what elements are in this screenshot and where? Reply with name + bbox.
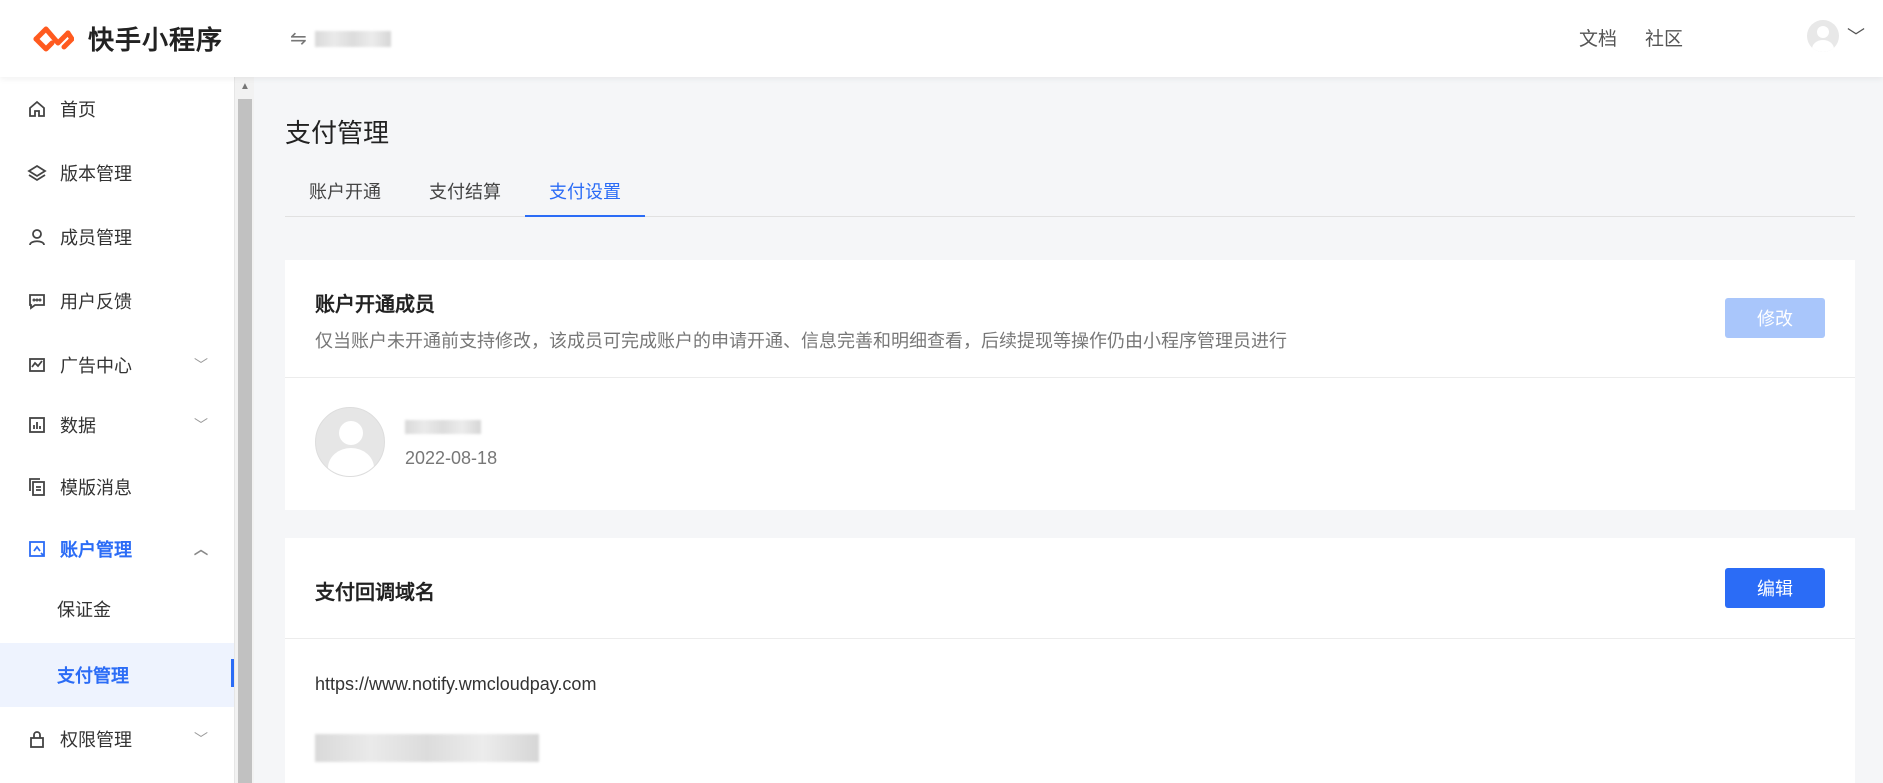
sidebar-scrollbar[interactable]: ▲ (234, 77, 254, 783)
chevron-down-icon: ﹀ (1847, 27, 1865, 47)
switch-icon: ⇋ (290, 28, 307, 50)
modify-button[interactable]: 修改 (1725, 298, 1825, 338)
avatar (1807, 20, 1839, 52)
sidebar-item-permissions[interactable]: 权限管理 ﹀ (0, 707, 234, 771)
account-member-card: 账户开通成员 仅当账户未开通前支持修改，该成员可完成账户的申请开通、信息完善和明… (285, 260, 1855, 510)
message-icon (26, 290, 48, 312)
chevron-up-icon: ︿ (194, 541, 208, 557)
sidebar-item-label: 成员管理 (60, 228, 132, 248)
sidebar-item-label: 广告中心 (60, 356, 132, 376)
scroll-thumb[interactable] (238, 99, 252, 783)
scroll-up-arrow-icon[interactable]: ▲ (235, 81, 255, 92)
page-title: 支付管理 (285, 118, 390, 148)
account-icon (26, 538, 48, 560)
callback-domain-card: 支付回调域名 编辑 https://www.notify.wmcloudpay.… (285, 538, 1855, 783)
sidebar-item-label: 数据 (60, 416, 96, 436)
sidebar-item-label: 保证金 (57, 600, 111, 620)
app-name-redacted (314, 30, 391, 47)
kuaishou-logo-icon (33, 26, 74, 51)
sidebar-subitem-deposit[interactable]: 保证金 (0, 577, 234, 641)
chevron-down-icon: ﹀ (194, 357, 208, 373)
user-icon (26, 226, 48, 248)
header-links: 文档 社区 (1579, 24, 1683, 51)
edit-button[interactable]: 编辑 (1725, 568, 1825, 608)
docs-link[interactable]: 文档 (1579, 24, 1617, 51)
card-title: 支付回调域名 (315, 582, 435, 604)
top-header: 快手小程序 ⇋ 文档 社区 ﹀ (0, 0, 1883, 77)
home-icon (26, 98, 48, 120)
bar-chart-icon (26, 414, 48, 436)
layers-icon (26, 162, 48, 184)
sidebar-item-members[interactable]: 成员管理 (0, 205, 234, 269)
main-content: 支付管理 账户开通 支付结算 支付设置 账户开通成员 仅当账户未开通前支持修改，… (254, 77, 1883, 783)
app-name: 快手小程序 (88, 25, 224, 55)
sidebar-item-data[interactable]: 数据 ﹀ (0, 393, 234, 457)
chart-icon (26, 354, 48, 376)
avatar (315, 407, 385, 477)
chevron-down-icon: ﹀ (194, 731, 208, 747)
sidebar-item-label: 账户管理 (60, 540, 132, 560)
member-date: 2022-08-18 (405, 448, 498, 468)
sidebar-subitem-payment[interactable]: 支付管理 (0, 643, 234, 707)
sidebar-item-label: 权限管理 (60, 730, 132, 750)
divider (285, 377, 1855, 378)
tab-account-opening[interactable]: 账户开通 (285, 175, 405, 217)
tab-settlement[interactable]: 支付结算 (405, 175, 525, 217)
app-switcher[interactable]: ⇋ (290, 26, 391, 51)
sidebar-item-label: 模版消息 (60, 478, 132, 498)
sidebar: 首页 版本管理 成员管理 用户反馈 广告中心 ﹀ 数据 ﹀ 模版消息 账户管理 … (0, 77, 234, 783)
sidebar-item-label: 用户反馈 (60, 292, 132, 312)
sidebar-item-version[interactable]: 版本管理 (0, 141, 234, 205)
sidebar-item-label: 支付管理 (57, 666, 129, 686)
card-title: 账户开通成员 (315, 294, 435, 316)
divider (285, 638, 1855, 639)
user-menu[interactable]: ﹀ (1807, 20, 1865, 52)
copy-icon (26, 476, 48, 498)
app-logo[interactable]: 快手小程序 (30, 20, 223, 57)
tab-bar: 账户开通 支付结算 支付设置 (285, 175, 1855, 217)
chevron-down-icon: ﹀ (194, 417, 208, 433)
card-description: 仅当账户未开通前支持修改，该成员可完成账户的申请开通、信息完善和明细查看，后续提… (315, 331, 1287, 351)
sidebar-item-label: 版本管理 (60, 164, 132, 184)
sidebar-item-feedback[interactable]: 用户反馈 (0, 269, 234, 333)
sidebar-item-account[interactable]: 账户管理 ︿ (0, 517, 234, 581)
sidebar-item-label: 首页 (60, 100, 96, 120)
member-name-redacted (405, 420, 481, 434)
lock-icon (26, 728, 48, 750)
domain-url: https://www.notify.wmcloudpay.com (315, 674, 597, 694)
sidebar-item-templates[interactable]: 模版消息 (0, 455, 234, 519)
tab-payment-settings[interactable]: 支付设置 (525, 175, 645, 217)
sidebar-item-ads[interactable]: 广告中心 ﹀ (0, 333, 234, 397)
community-link[interactable]: 社区 (1645, 24, 1683, 51)
domain-redacted (315, 734, 539, 762)
sidebar-item-home[interactable]: 首页 (0, 77, 234, 141)
